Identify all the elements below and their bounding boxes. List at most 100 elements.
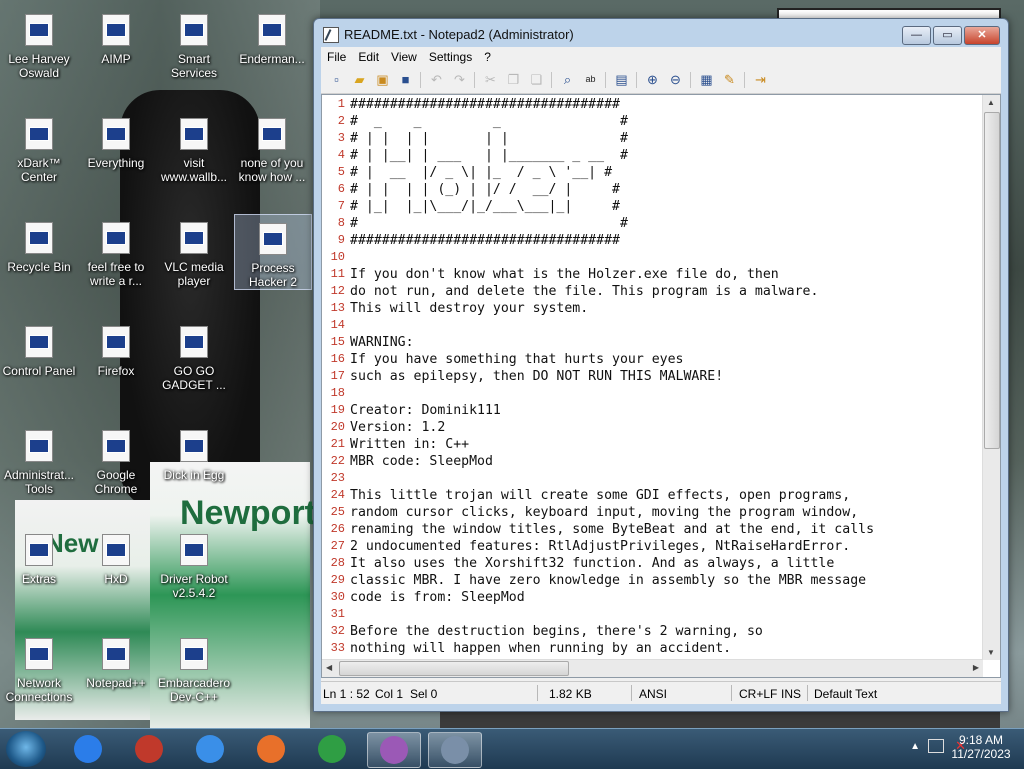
zoom-out-icon[interactable]: ⊖ bbox=[667, 71, 684, 88]
scroll-up-icon[interactable]: ▲ bbox=[987, 98, 995, 107]
line-number: 6 bbox=[337, 182, 345, 196]
wordwrap-icon[interactable]: ▤ bbox=[613, 71, 630, 88]
taskbar: ▲ ✕ 9:18 AM 11/27/2023 bbox=[0, 728, 1024, 769]
start-button[interactable] bbox=[6, 731, 46, 767]
tray-arrow-icon[interactable]: ▲ bbox=[910, 741, 920, 752]
replace-icon[interactable]: ab bbox=[582, 71, 599, 88]
desktop-icon[interactable]: Administrat... Tools bbox=[1, 422, 77, 496]
scroll-right-icon[interactable]: ▶ bbox=[973, 663, 979, 672]
clock[interactable]: 9:18 AM 11/27/2023 bbox=[946, 733, 1016, 761]
color-wheel-icon bbox=[380, 736, 408, 764]
undo-icon[interactable]: ↶ bbox=[428, 71, 445, 88]
line-number: 32 bbox=[330, 624, 345, 638]
menu-settings[interactable]: Settings bbox=[423, 47, 478, 64]
network-icon[interactable] bbox=[928, 739, 944, 753]
save-icon[interactable]: ■ bbox=[397, 71, 414, 88]
desktop-icon[interactable]: Control Panel bbox=[1, 318, 77, 378]
desktop-icon[interactable]: Lee Harvey Oswald bbox=[1, 6, 77, 80]
text-editor[interactable]: 1 ################################## 2 # _ … bbox=[321, 94, 1001, 678]
open-icon[interactable]: ▰ bbox=[351, 71, 368, 88]
desktop-icon[interactable]: Network Connections bbox=[1, 630, 77, 704]
desktop-icon-label: Everything bbox=[87, 156, 145, 170]
scroll-down-icon[interactable]: ▼ bbox=[987, 648, 995, 657]
line-number: 27 bbox=[330, 539, 345, 553]
new-icon[interactable]: ▫ bbox=[328, 71, 345, 88]
cut-icon[interactable]: ✂ bbox=[482, 71, 499, 88]
zoom-in-icon[interactable]: ⊕ bbox=[644, 71, 661, 88]
desktop-icon[interactable]: Google Chrome bbox=[78, 422, 154, 496]
status-encoding[interactable]: ANSI bbox=[639, 687, 667, 701]
taskbar-button[interactable] bbox=[428, 732, 482, 768]
desktop-icon[interactable]: Everything bbox=[78, 110, 154, 170]
desktop-icon[interactable]: VLC media player bbox=[156, 214, 232, 288]
desktop-icon[interactable]: xDark™ Center bbox=[1, 110, 77, 184]
desktop-icon[interactable]: feel free to write a r... bbox=[78, 214, 154, 288]
title-bar[interactable]: README.txt - Notepad2 (Administrator) — … bbox=[314, 19, 1008, 47]
desktop-icon[interactable]: HxD bbox=[78, 526, 154, 586]
redo-icon[interactable]: ↷ bbox=[451, 71, 468, 88]
desktop-icon[interactable]: Recycle Bin bbox=[1, 214, 77, 274]
scheme-icon[interactable]: ▦ bbox=[698, 71, 715, 88]
menu-file[interactable]: File bbox=[321, 47, 352, 64]
desktop-icon[interactable]: visit www.wallb... bbox=[156, 110, 232, 184]
exit-icon[interactable]: ⇥ bbox=[752, 71, 769, 88]
app-icon bbox=[96, 218, 136, 258]
taskbar-button[interactable] bbox=[62, 732, 114, 766]
desktop-icon[interactable]: Enderman... bbox=[234, 6, 310, 66]
maximize-button[interactable]: ▭ bbox=[933, 26, 962, 45]
desktop-icon[interactable]: Extras bbox=[1, 526, 77, 586]
desktop-icon[interactable]: Notepad++ bbox=[78, 630, 154, 690]
notepad2-window[interactable]: README.txt - Notepad2 (Administrator) — … bbox=[313, 18, 1009, 712]
taskbar-button[interactable] bbox=[123, 732, 175, 766]
desktop-icon[interactable]: Process Hacker 2 bbox=[234, 214, 312, 290]
menu-view[interactable]: View bbox=[385, 47, 423, 64]
minimize-button[interactable]: — bbox=[902, 26, 931, 45]
desktop-icon[interactable]: Embarcadero Dev-C++ bbox=[156, 630, 232, 704]
scroll-left-icon[interactable]: ◀ bbox=[326, 663, 332, 672]
text-line: ################################## bbox=[350, 233, 620, 248]
text-line: do not run, and delete the file. This pr… bbox=[350, 284, 819, 299]
desktop-icon[interactable]: Dick in Egg bbox=[156, 422, 232, 482]
desktop-icon[interactable]: Driver Robot v2.5.4.2 bbox=[156, 526, 232, 600]
copy-icon[interactable]: ❐ bbox=[505, 71, 522, 88]
desktop-icon[interactable]: AIMP bbox=[78, 6, 154, 66]
line-number: 10 bbox=[330, 250, 345, 264]
taskbar-button[interactable] bbox=[306, 732, 358, 766]
desktop-icon[interactable]: Smart Services bbox=[156, 6, 232, 80]
vertical-scrollbar[interactable]: ▲ ▼ bbox=[982, 95, 1000, 660]
toolbar-separator bbox=[744, 72, 745, 88]
app-icon bbox=[19, 218, 59, 258]
status-eol[interactable]: CR+LF bbox=[739, 687, 777, 701]
toolbar-separator bbox=[605, 72, 606, 88]
menu-help[interactable]: ? bbox=[478, 47, 497, 64]
text-line: renaming the window titles, some ByteBea… bbox=[350, 522, 875, 537]
toolbar: ▫ ▰ ▣ ■ ↶ ↷ ✂ ❐ ❏ ⌕ ab ▤ ⊕ ⊖ ▦ ✎ ⇥ bbox=[321, 67, 1001, 94]
taskbar-button[interactable] bbox=[184, 732, 236, 766]
toolbar-separator bbox=[474, 72, 475, 88]
toolbar-separator bbox=[420, 72, 421, 88]
notepad2-icon[interactable] bbox=[323, 27, 339, 43]
desktop-icon-label: Network Connections bbox=[5, 676, 73, 704]
paste-icon[interactable]: ❏ bbox=[528, 71, 545, 88]
text-line: WARNING: bbox=[350, 335, 414, 350]
close-button[interactable]: ✕ bbox=[964, 26, 1000, 45]
vertical-scroll-thumb[interactable] bbox=[984, 112, 1000, 449]
text-line: Before the destruction begins, there's 2… bbox=[350, 624, 763, 639]
firefox-icon bbox=[257, 735, 285, 763]
horizontal-scroll-thumb[interactable] bbox=[339, 661, 569, 676]
desktop-icon-label: Embarcadero Dev-C++ bbox=[157, 676, 231, 704]
menu-edit[interactable]: Edit bbox=[352, 47, 385, 64]
desktop-icon[interactable]: GO GO GADGET ... bbox=[156, 318, 232, 392]
find-icon[interactable]: ⌕ bbox=[559, 71, 576, 88]
desktop-icon[interactable]: Firefox bbox=[78, 318, 154, 378]
text-line: # |_| |_|\___/|_/___\___|_| # bbox=[350, 199, 620, 214]
ie-icon bbox=[74, 735, 102, 763]
browse-icon[interactable]: ▣ bbox=[374, 71, 391, 88]
desktop-icon[interactable]: none of you know how ... bbox=[234, 110, 310, 184]
status-scheme[interactable]: Default Text bbox=[814, 687, 877, 701]
taskbar-button[interactable] bbox=[245, 732, 297, 766]
horizontal-scrollbar[interactable]: ◀ ▶ bbox=[322, 659, 983, 677]
customize-icon[interactable]: ✎ bbox=[721, 71, 738, 88]
taskbar-button[interactable] bbox=[367, 732, 421, 768]
line-number: 14 bbox=[330, 318, 345, 332]
